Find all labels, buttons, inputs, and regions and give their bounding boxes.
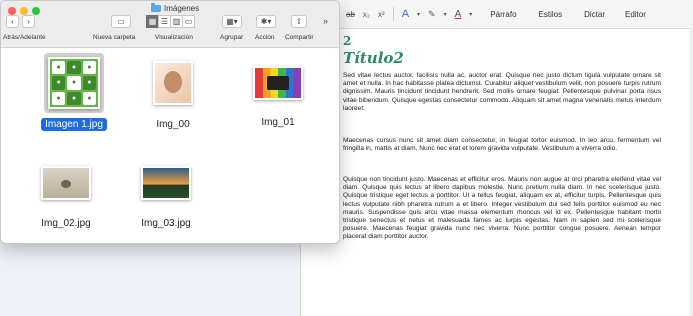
share-label: Compartir [285,34,314,41]
view-label: Visualización [155,34,193,41]
file-name: Img_01 [261,117,295,128]
apple-icon: ● [82,91,96,105]
file-item[interactable]: Img_01 [233,66,323,130]
zoom-window-button[interactable] [32,7,40,15]
back-forward-label: Atrás/Adelante [3,34,46,41]
superscript-button[interactable]: x² [378,10,385,19]
file-name: Imagen 1.jpg [41,118,107,131]
minimize-window-button[interactable] [20,7,28,15]
apple-icon: ● [82,61,96,75]
highlight-icon[interactable]: ✎ [428,9,436,20]
share-icon[interactable]: ⇧ [291,15,307,28]
file-item[interactable]: Img_00 [128,61,218,132]
font-color-icon[interactable]: A [455,9,462,20]
file-item[interactable]: ● ● ● ● ● ● ● ● ● Imagen 1.jpg [29,53,119,132]
back-forward-control: ‹ › [6,15,35,28]
document-page[interactable]: 2 Título2 Sed vitae lectus auctor, facil… [343,34,683,316]
image-thumbnail [253,66,303,100]
image-thumbnail [41,166,91,200]
action-label: Acción [255,34,275,41]
new-folder-label: Nueva carpeta [93,34,136,41]
group-icon[interactable]: ▦▾ [222,15,242,28]
subscript-button[interactable]: x₂ [363,10,370,19]
image-thumbnail [153,61,193,105]
share-button[interactable]: ⇧ [291,15,307,28]
group-label: Agrupar [220,34,244,41]
chevron-down-icon[interactable]: ▾ [444,11,447,18]
paragraph-button[interactable]: Párrafo [490,10,516,19]
new-folder-button[interactable]: ▭ [111,15,131,28]
action-button[interactable]: ✱▾ [256,15,276,28]
apple-icon: ● [67,61,81,75]
finder-window: Imágenes ‹ › Atrás/Adelante ▭ Nueva carp… [0,0,340,244]
toolbar-divider [392,7,394,21]
folder-icon [151,3,161,12]
chevron-down-icon[interactable]: ▾ [417,11,420,18]
apple-icon: ● [52,61,66,75]
apple-icon: ● [82,76,96,90]
file-grid: ● ● ● ● ● ● ● ● ● Imagen 1.jpg Img_00 Im… [1,48,339,243]
file-name: Img_02.jpg [41,218,91,229]
image-thumbnail: ● ● ● ● ● ● ● ● ● [48,57,100,109]
chevron-left-icon[interactable]: ‹ [6,15,19,28]
paragraph: Quisque non tincidunt justo. Maecenas et… [343,176,661,241]
document-window: ab x₂ x² A ▾ ✎ ▾ A ▾ Párrafo Estilos Dic… [300,0,693,316]
apple-icon: ● [52,91,66,105]
file-item[interactable]: Img_02.jpg [21,166,111,231]
file-name: Img_03.jpg [141,218,191,229]
heading-1: Título2 [343,49,404,67]
strikethrough-button[interactable]: ab [346,10,355,19]
dictate-button[interactable]: Dictar [584,10,605,19]
image-thumbnail [141,166,191,200]
chevron-right-icon[interactable]: › [22,15,35,28]
text-effects-icon[interactable]: A [402,8,409,20]
window-title: Imágenes [151,3,200,13]
folder-plus-icon[interactable]: ▭ [111,15,131,28]
file-thumbnail-wrapper: ● ● ● ● ● ● ● ● ● [44,53,104,113]
close-window-button[interactable] [8,7,16,15]
finder-toolbar: Imágenes ‹ › Atrás/Adelante ▭ Nueva carp… [1,1,339,48]
format-toolbar: ab x₂ x² A ▾ ✎ ▾ A ▾ Párrafo Estilos Dic… [301,0,693,29]
paragraph: Maecenas cursus nunc sit amet diam conse… [343,137,661,153]
heading-2: 2 [343,34,352,48]
apple-icon: ● [67,91,81,105]
toolbar-overflow-button[interactable]: » [323,16,328,26]
file-item[interactable]: Img_03.jpg [121,166,211,231]
file-name: Img_00 [156,119,190,130]
gear-icon[interactable]: ✱▾ [256,15,276,28]
editor-button[interactable]: Editor [625,10,646,19]
apple-icon: ● [52,76,66,90]
window-title-text: Imágenes [164,4,200,13]
view-segmented-control: ▦ ☰ ▥ ▭ [146,15,195,28]
group-button[interactable]: ▦▾ [222,15,242,28]
paragraph: Sed vitae lectus auctor, facilisis nulla… [343,72,661,112]
gallery-view-icon[interactable]: ▭ [182,15,195,28]
styles-button[interactable]: Estilos [539,10,563,19]
apple-icon: ● [67,76,81,90]
chevron-down-icon[interactable]: ▾ [469,11,472,18]
